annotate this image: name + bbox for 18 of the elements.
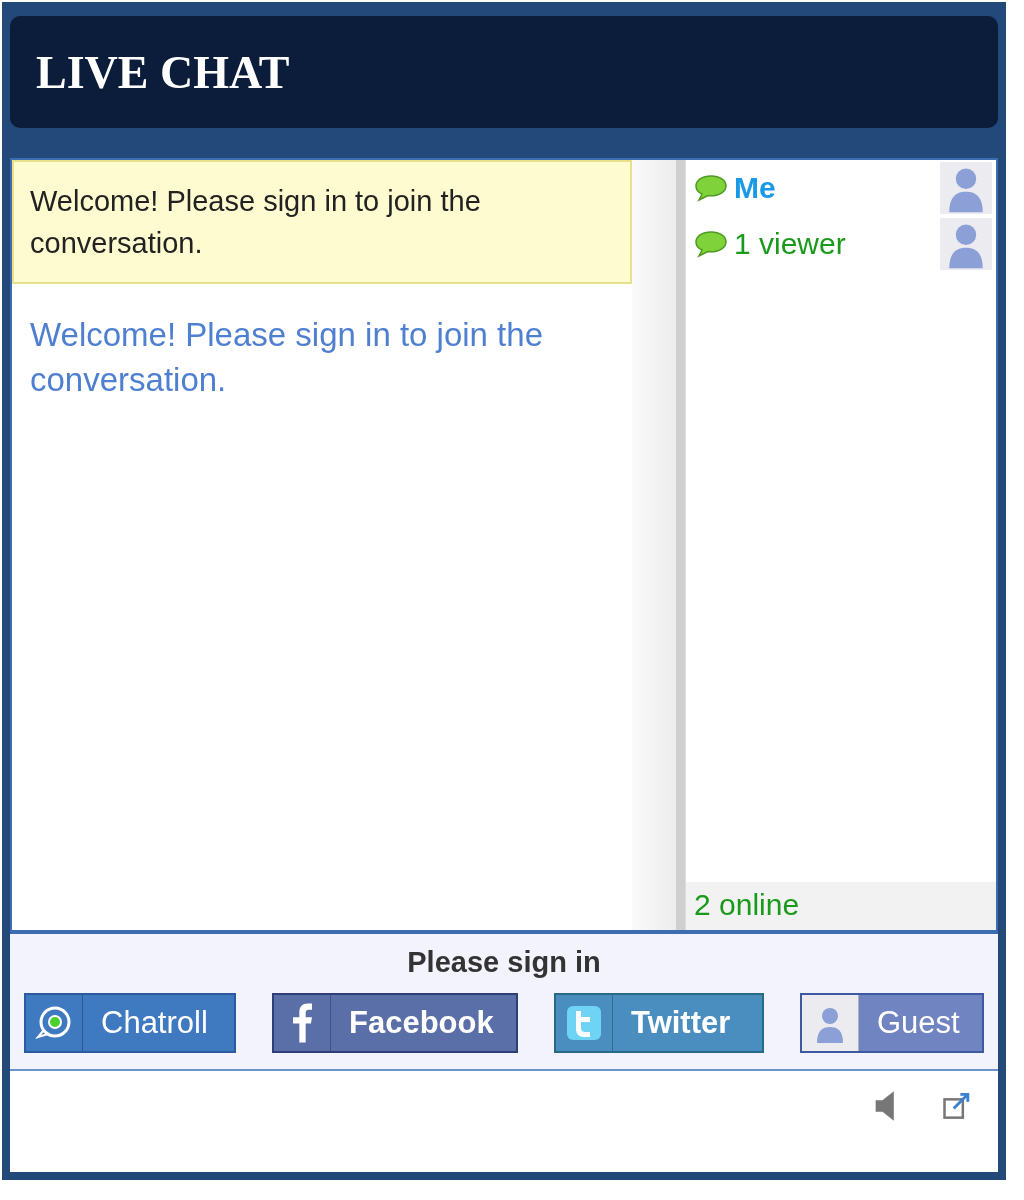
avatar-icon [940, 218, 992, 270]
welcome-notice: Welcome! Please sign in to join the conversation. [12, 160, 632, 284]
user-name[interactable]: 1 viewer [734, 227, 940, 261]
sign-in-heading: Please sign in [406, 946, 602, 979]
speech-bubble-icon [694, 174, 728, 202]
chat-title: LIVE CHAT [36, 45, 290, 99]
facebook-f-icon [292, 1003, 312, 1043]
scrollbar[interactable] [632, 160, 685, 930]
sign-in-button[interactable]: Twitter [554, 993, 764, 1053]
user-name[interactable]: Me [734, 171, 940, 205]
online-count: 2 online [686, 882, 996, 930]
speech-bubble-icon [694, 230, 728, 258]
sign-in-button[interactable]: Facebook [272, 993, 518, 1053]
chat-message: Welcome! Please sign in to join the conversation. [30, 315, 544, 400]
avatar-icon [940, 162, 992, 214]
sign-in-button[interactable]: Chatroll [24, 993, 236, 1053]
bird-t-icon [564, 1003, 604, 1043]
sign-in-button[interactable]: Guest [800, 993, 984, 1053]
